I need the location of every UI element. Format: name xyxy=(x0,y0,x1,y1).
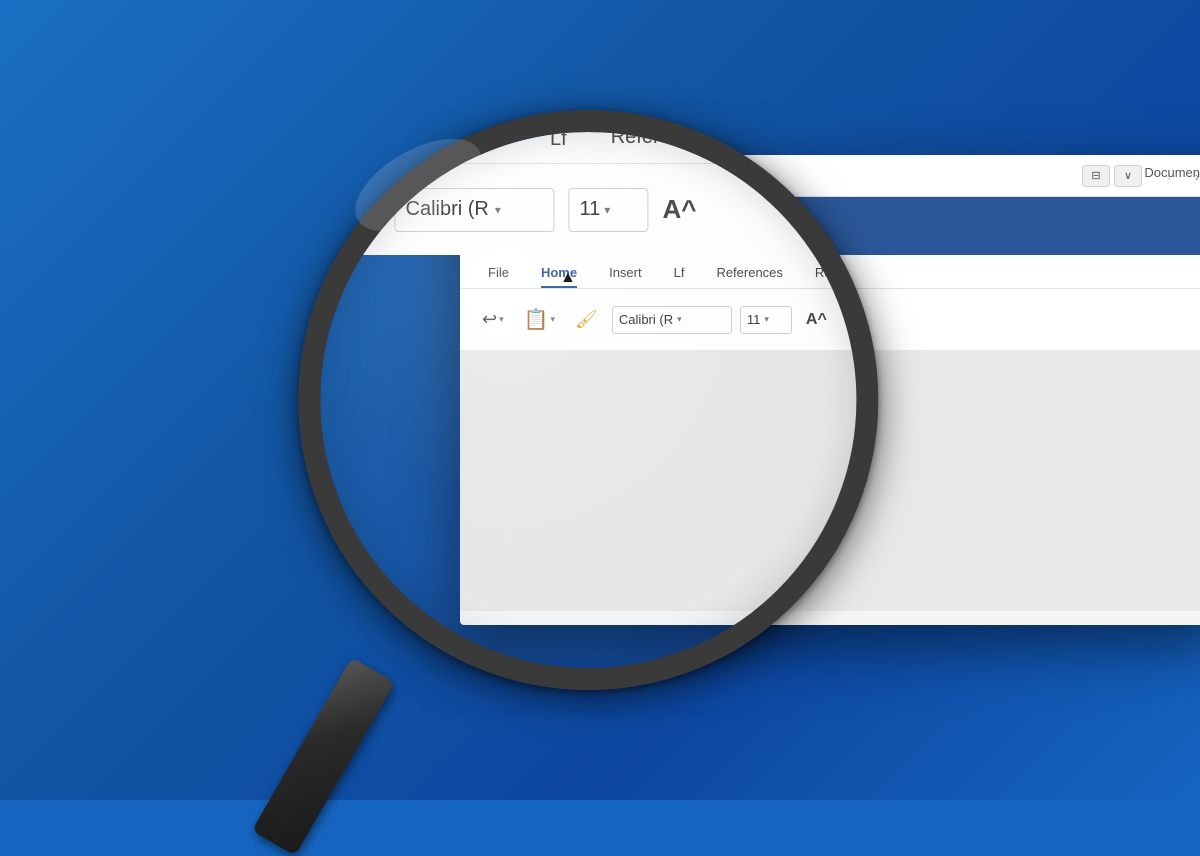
font-size-label: 11 xyxy=(747,312,761,327)
undo-icon: ↩ xyxy=(482,309,497,330)
app-grid-icon[interactable] xyxy=(476,215,498,237)
font-dropdown-arrow: ▾ xyxy=(677,314,682,325)
tab-layout[interactable]: Lf xyxy=(658,259,701,288)
tab-references[interactable]: References xyxy=(700,259,798,288)
font-size-dropdown[interactable]: 11 ▾ xyxy=(740,306,792,334)
paint-icon: 🖌 xyxy=(575,309,598,330)
font-name-label: Calibri (R xyxy=(619,312,673,327)
undo-dropdown-arrow: ▾ xyxy=(499,314,504,325)
clipboard-icon: 📋 xyxy=(524,307,549,332)
undo-group: ↩ ▾ xyxy=(476,304,510,336)
ribbon-tabs: File Home Insert Lf References Re ▲ xyxy=(460,255,1200,289)
undo-button[interactable]: ↩ ▾ xyxy=(476,304,510,336)
window-title: Documen xyxy=(1144,165,1200,180)
document-title: Documen - Save xyxy=(617,218,729,235)
tab-insert[interactable]: Insert xyxy=(593,259,658,288)
tab-extra[interactable]: Re xyxy=(799,259,848,288)
format-painter-button[interactable]: 🖌 xyxy=(569,304,604,336)
maximize-button[interactable] xyxy=(514,169,527,182)
size-dropdown-arrow: ▾ xyxy=(764,314,769,325)
font-name-dropdown[interactable]: Calibri (R ▾ xyxy=(612,306,732,334)
minimize-button[interactable] xyxy=(493,169,506,182)
app-name: Word xyxy=(514,205,601,247)
close-button[interactable] xyxy=(472,169,485,182)
font-grow-icon: A^ xyxy=(806,311,827,329)
tab-file[interactable]: File xyxy=(472,259,525,288)
clipboard-button[interactable]: 📋 ▾ xyxy=(518,304,561,336)
word-header-bar: Word Documen - Save xyxy=(460,197,1200,255)
cursor-icon: ▲ xyxy=(560,269,576,287)
clipboard-group: 📋 ▾ xyxy=(518,304,561,336)
clipboard-dropdown-arrow: ▾ xyxy=(551,314,556,325)
sidebar-toggle-button[interactable]: ⊟ xyxy=(1082,165,1110,187)
paint-group: 🖌 xyxy=(569,304,604,336)
chevron-down-icon[interactable]: ∨ xyxy=(1114,165,1142,187)
toolbar: ↩ ▾ 📋 ▾ 🖌 Calibri (R ▾ 11 ▾ A^ xyxy=(460,289,1200,351)
word-window: ⊟ ∨ ‹ › Documen Word Documen - Save File… xyxy=(460,155,1200,625)
title-bar: ⊟ ∨ ‹ › Documen xyxy=(460,155,1200,197)
font-grow-button[interactable]: A^ xyxy=(800,304,833,336)
document-area xyxy=(460,351,1200,611)
